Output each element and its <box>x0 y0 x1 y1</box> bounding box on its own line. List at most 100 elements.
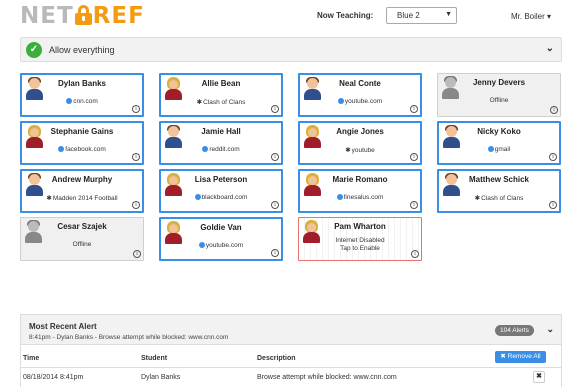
info-icon[interactable]: i <box>132 153 140 161</box>
info-icon[interactable]: i <box>133 250 141 258</box>
alert-row-description: Browse attempt while blocked: www.cnn.co… <box>257 374 397 381</box>
dropdown-arrow-icon: ▼ <box>445 11 452 18</box>
student-activity-text: youtube.com <box>344 98 383 105</box>
alert-header[interactable]: Most Recent Alert 8:41pm - Dylan Banks -… <box>21 315 561 345</box>
student-activity-text: blackboard.com <box>201 194 248 201</box>
student-activity-text: Clash of Clans <box>203 99 246 106</box>
top-bar: NET REF Now Teaching: Blue 2 ▼ Mr. Boiler… <box>0 0 580 32</box>
user-menu[interactable]: Mr. Boiler ▾ <box>511 12 551 21</box>
student-activity-text: youtube <box>351 147 375 154</box>
student-activity: Offline <box>438 97 560 104</box>
student-name: Andrew Murphy <box>51 175 113 184</box>
alert-count-badge: 104 Alerts <box>495 325 534 336</box>
student-activity: ✱Madden 2014 Football <box>22 194 142 202</box>
app-icon: ✱ <box>474 195 481 202</box>
info-icon[interactable]: i <box>410 153 418 161</box>
tap-to-enable-link[interactable]: Tap to Enable <box>299 245 421 252</box>
student-activity: blackboard.com <box>161 194 281 201</box>
student-card[interactable]: Jenny Devers Offline i <box>437 73 561 117</box>
student-card[interactable]: Andrew Murphy ✱Madden 2014 Football i <box>20 169 144 213</box>
divider <box>21 367 561 368</box>
logo-text-left: NET <box>20 3 74 29</box>
student-activity: reddit.com <box>161 146 281 153</box>
student-card[interactable]: Cesar Szajek Offline i <box>20 217 144 261</box>
student-name: Jamie Hall <box>201 127 241 136</box>
student-card[interactable]: Stephanie Gains facebook.com i <box>20 121 144 165</box>
student-activity-text: Clash of Clans <box>481 195 524 202</box>
app-icon: ✱ <box>46 195 52 202</box>
info-icon[interactable]: i <box>549 201 557 209</box>
lock-icon <box>74 5 92 25</box>
student-card[interactable]: Marie Romano finesalus.com i <box>298 169 422 213</box>
student-activity-text: facebook.com <box>65 146 106 153</box>
chevron-down-icon[interactable]: ⌄ <box>546 324 554 335</box>
info-icon[interactable]: i <box>411 250 419 258</box>
info-icon[interactable]: i <box>271 105 279 113</box>
alert-row-time: 08/18/2014 8:41pm <box>23 374 84 381</box>
netref-logo: NET REF <box>20 3 145 29</box>
globe-icon <box>58 146 65 152</box>
globe-icon <box>198 242 205 248</box>
student-name: Nicky Koko <box>477 127 521 136</box>
info-icon[interactable]: i <box>132 105 140 113</box>
student-card[interactable]: Nicky Koko gmail i <box>437 121 561 165</box>
alert-summary: 8:41pm - Dylan Banks - Browse attempt wh… <box>29 334 229 341</box>
info-icon[interactable]: i <box>550 106 558 114</box>
student-card[interactable]: Lisa Peterson blackboard.com i <box>159 169 283 213</box>
check-circle-icon: ✓ <box>26 42 42 58</box>
student-name: Neal Conte <box>339 79 381 88</box>
student-activity: ✱Clash of Clans <box>161 98 281 106</box>
student-activity-text: finesalus.com <box>343 194 384 201</box>
info-icon[interactable]: i <box>410 105 418 113</box>
student-name: Pam Wharton <box>334 222 386 231</box>
student-card[interactable]: Jamie Hall reddit.com i <box>159 121 283 165</box>
alert-title: Most Recent Alert <box>29 322 97 331</box>
student-card[interactable]: Dylan Banks cnn.com i <box>20 73 144 117</box>
student-activity: gmail <box>439 146 559 153</box>
student-activity-text: Offline <box>489 97 509 104</box>
student-activity-text: cnn.com <box>73 98 98 105</box>
student-name: Angie Jones <box>336 127 384 136</box>
now-teaching-label: Now Teaching: <box>317 11 374 20</box>
alert-panel: Most Recent Alert 8:41pm - Dylan Banks -… <box>20 314 562 387</box>
student-activity-text: gmail <box>494 146 511 153</box>
globe-icon <box>202 146 209 152</box>
student-card[interactable]: Neal Conte youtube.com i <box>298 73 422 117</box>
remove-all-button[interactable]: ✖ Remove All <box>495 351 546 363</box>
info-icon[interactable]: i <box>271 249 279 257</box>
student-card[interactable]: Matthew Schick ✱Clash of Clans i <box>437 169 561 213</box>
student-activity-text: Offline <box>72 241 92 248</box>
column-header-description: Description <box>257 355 296 362</box>
chevron-down-icon[interactable]: ⌄ <box>546 43 554 54</box>
info-icon[interactable]: i <box>410 201 418 209</box>
student-card[interactable]: Pam Wharton Internet Disabled Tap to Enabl… <box>298 217 422 261</box>
student-activity-text: youtube.com <box>205 242 244 249</box>
student-card[interactable]: Goldie Van youtube.com i <box>159 217 283 261</box>
info-icon[interactable]: i <box>271 153 279 161</box>
remove-alert-button[interactable]: ✖ <box>533 371 545 383</box>
student-name: Lisa Peterson <box>194 175 248 184</box>
student-card[interactable]: Angie Jones ✱youtube i <box>298 121 422 165</box>
class-select-value: Blue 2 <box>397 11 420 20</box>
allow-everything-bar[interactable]: ✓ Allow everything ⌄ <box>20 37 562 62</box>
app-icon: ✱ <box>196 99 203 106</box>
column-header-student: Student <box>141 355 168 362</box>
student-name: Cesar Szajek <box>57 222 107 231</box>
internet-status: Internet Disabled <box>335 237 385 244</box>
app-icon: ✱ <box>345 147 351 154</box>
info-icon[interactable]: i <box>271 201 279 209</box>
student-activity-text: Madden 2014 Football <box>52 195 118 202</box>
student-activity: youtube.com <box>161 242 281 249</box>
allow-everything-label: Allow everything <box>49 45 115 55</box>
class-select[interactable]: Blue 2 ▼ <box>386 7 457 24</box>
student-activity: ✱youtube <box>300 146 420 154</box>
info-icon[interactable]: i <box>132 201 140 209</box>
student-activity: finesalus.com <box>300 194 420 201</box>
student-activity: cnn.com <box>22 98 142 105</box>
info-icon[interactable]: i <box>549 153 557 161</box>
student-card[interactable]: Allie Bean ✱Clash of Clans i <box>159 73 283 117</box>
student-name: Marie Romano <box>332 175 388 184</box>
globe-icon <box>66 98 73 104</box>
column-header-time: Time <box>23 355 40 362</box>
student-activity: youtube.com <box>300 98 420 105</box>
